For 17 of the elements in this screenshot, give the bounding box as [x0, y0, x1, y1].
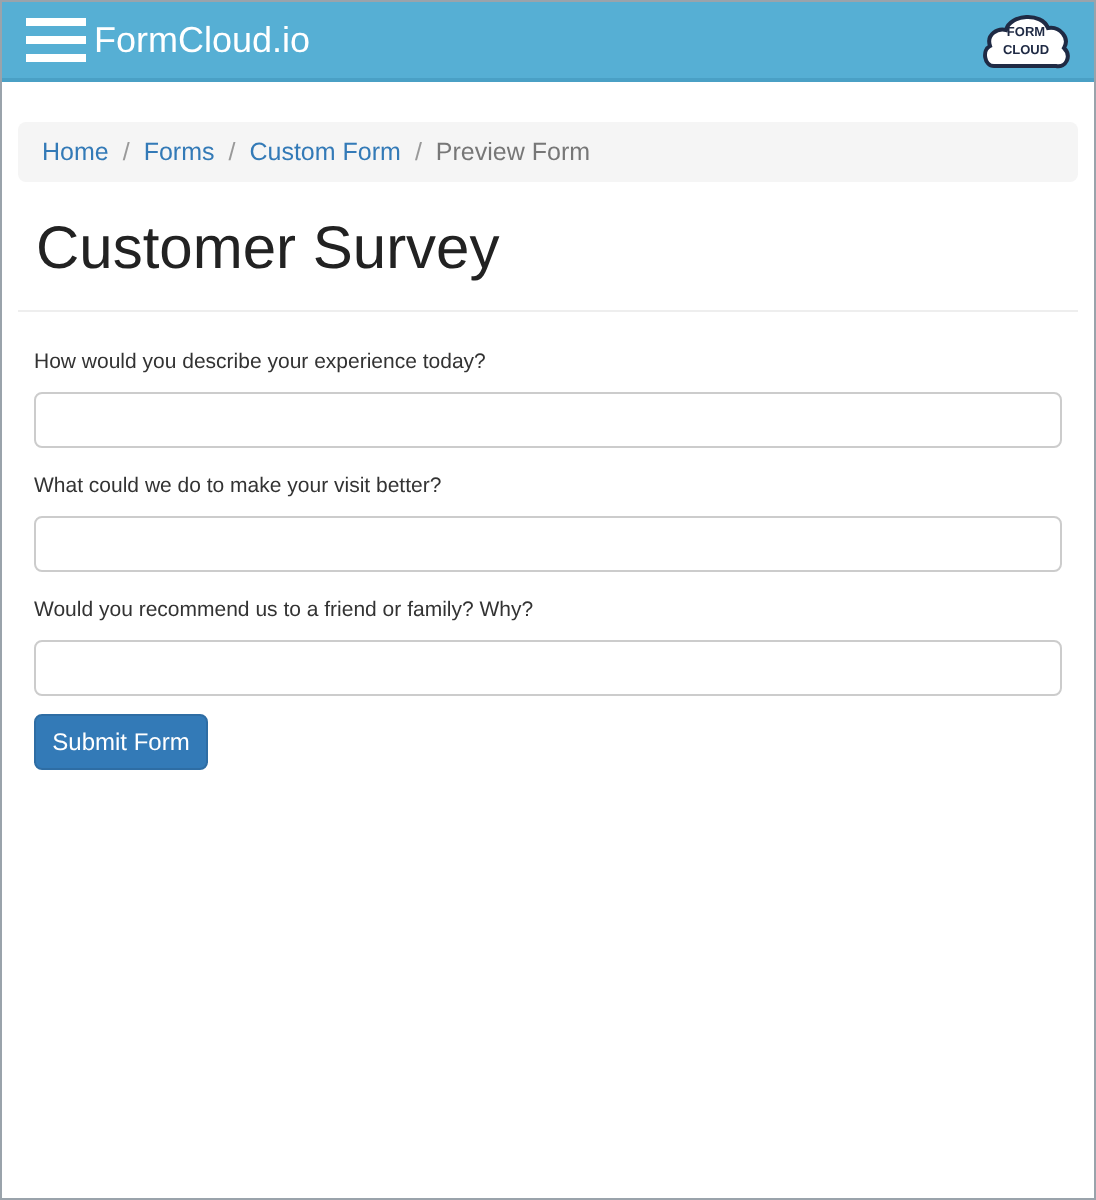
menu-icon[interactable]	[26, 18, 86, 62]
breadcrumb-link[interactable]: Forms	[143, 133, 215, 171]
answer-field[interactable]	[34, 640, 1062, 696]
breadcrumb-separator: /	[412, 135, 424, 170]
breadcrumb-link[interactable]: Home	[42, 133, 109, 171]
answer-field[interactable]	[34, 516, 1062, 572]
breadcrumb-separator: /	[226, 135, 238, 170]
breadcrumb-link[interactable]: Custom Form	[249, 133, 401, 171]
current-page-label: Preview Form	[435, 135, 591, 170]
page-title: Customer Survey	[36, 214, 502, 286]
breadcrumb-separator: /	[120, 135, 132, 170]
question-label: How would you describe your experience today?	[34, 348, 488, 376]
brand-name[interactable]: FormCloud.io	[94, 13, 311, 67]
answer-field[interactable]	[34, 392, 1062, 448]
submit-button[interactable]: Submit Form	[34, 714, 208, 770]
question-label: What could we do to make your visit better?	[34, 472, 444, 500]
question-label: Would you recommend us to a friend or family? Why?	[34, 596, 536, 624]
